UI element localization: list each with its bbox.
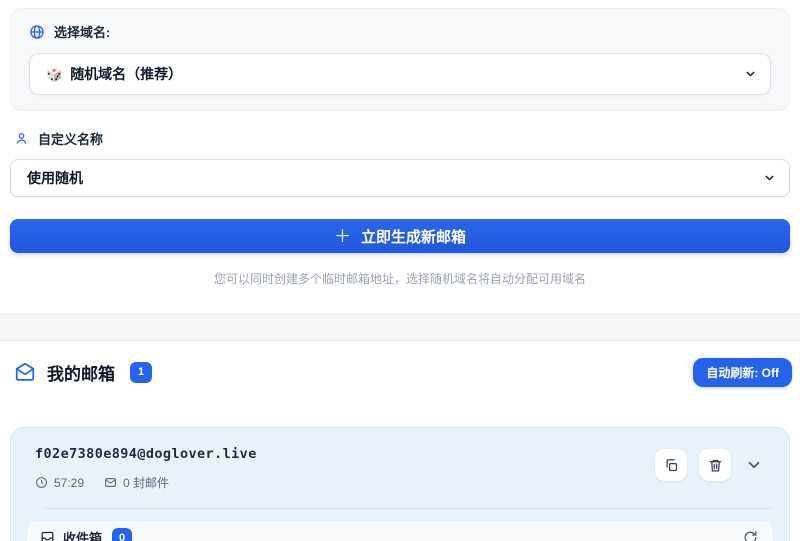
domain-select-value: 随机域名（推荐） [70, 66, 183, 82]
chevron-down-icon [746, 71, 755, 77]
generate-email-button[interactable]: ＋ 立即生成新邮箱 [10, 219, 790, 253]
domain-label: 选择域名: [54, 25, 111, 40]
domain-label-row: 选择域名: [29, 22, 771, 41]
inbox-label: 收件箱 [63, 531, 103, 541]
delete-email-button[interactable] [699, 449, 731, 481]
inbox-header: 收件箱 0 [27, 521, 773, 541]
user-icon [16, 133, 27, 144]
email-mail-count: 0 封邮件 [123, 476, 170, 490]
custom-name-select[interactable]: 使用随机 [10, 159, 790, 197]
helper-text: 您可以同时创建多个临时邮箱地址，选择随机域名将自动分配可用域名 [213, 272, 586, 286]
domain-select[interactable]: 🎲 随机域名（推荐） [29, 53, 771, 95]
dice-icon: 🎲 [46, 66, 63, 82]
email-card-divider [45, 508, 771, 509]
auto-refresh-toggle[interactable]: 自动刷新: Off [693, 357, 792, 387]
refresh-icon [744, 531, 757, 541]
custom-name-label-row: 自定义名称 [10, 129, 790, 148]
trash-icon [709, 459, 721, 471]
section-divider [0, 314, 800, 341]
inbox-count-badge: 0 [112, 528, 133, 541]
expand-email-card-button[interactable] [743, 454, 765, 476]
email-timer: 57:29 [54, 475, 85, 490]
inbox-section: 收件箱 0 [27, 521, 773, 541]
custom-name-label: 自定义名称 [38, 132, 104, 147]
copy-email-button[interactable] [655, 449, 687, 481]
email-actions [655, 449, 765, 481]
email-card: f02e7380e894@doglover.live 57:29 0 封邮件 收… [10, 427, 790, 541]
inbox-refresh-button[interactable] [741, 528, 760, 541]
temp-mail-page: 选择域名: 🎲 随机域名（推荐） 自定义名称 使用随机 ＋ 立即生成新邮箱 您可… [0, 0, 800, 541]
clock-icon [36, 477, 47, 488]
mailbox-header: 我的邮箱 1 自动刷新: Off [14, 357, 792, 387]
plus-icon: ＋ [333, 226, 351, 246]
chevron-down-icon [765, 175, 774, 181]
generate-email-button-label: 立即生成新邮箱 [360, 228, 466, 246]
mailbox-count-badge: 1 [130, 361, 152, 383]
mailbox-title-row: 我的邮箱 1 [14, 360, 152, 385]
inbox-icon [41, 531, 54, 541]
mailbox-title: 我的邮箱 [47, 364, 115, 384]
chevron-down-icon [748, 461, 760, 469]
mail-icon [105, 478, 116, 487]
email-card-header: f02e7380e894@doglover.live 57:29 0 封邮件 [27, 446, 773, 491]
globe-icon [30, 24, 44, 39]
copy-icon [666, 458, 677, 471]
custom-name-select-value: 使用随机 [27, 170, 83, 186]
mail-open-icon [15, 362, 35, 381]
domain-card: 选择域名: 🎲 随机域名（推荐） [10, 8, 790, 111]
